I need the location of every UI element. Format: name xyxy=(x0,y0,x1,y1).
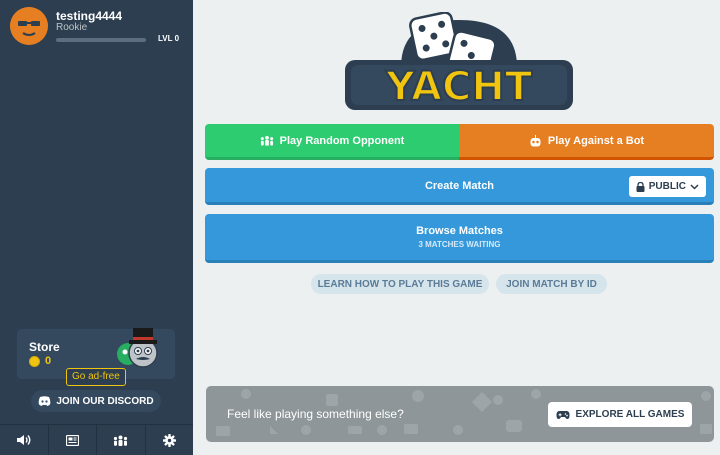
group-icon xyxy=(114,435,128,446)
discord-label: JOIN OUR DISCORD xyxy=(56,395,154,407)
browse-matches-label: Browse Matches xyxy=(416,225,503,237)
join-match-by-id-button[interactable]: JOIN MATCH BY ID xyxy=(496,274,607,294)
visibility-label: PUBLIC xyxy=(648,181,686,192)
play-against-bot-button[interactable]: Play Against a Bot xyxy=(459,124,714,160)
explore-all-games-button[interactable]: EXPLORE ALL GAMES xyxy=(548,402,692,427)
rank-label: Rookie xyxy=(56,22,88,33)
bot-label: Play Against a Bot xyxy=(547,134,645,147)
browse-matches-button[interactable]: Browse Matches 3 MATCHES WAITING xyxy=(205,214,714,263)
learn-how-to-play-button[interactable]: LEARN HOW TO PLAY THIS GAME xyxy=(311,274,489,294)
speaker-icon xyxy=(16,435,31,445)
lock-icon xyxy=(636,181,645,192)
gear-icon xyxy=(162,433,176,447)
avatar[interactable] xyxy=(10,7,48,45)
matches-waiting-count: 3 MATCHES WAITING xyxy=(418,240,501,249)
random-opponent-label: Play Random Opponent xyxy=(279,134,405,147)
play-random-opponent-button[interactable]: Play Random Opponent xyxy=(205,124,459,160)
sidebar: testing4444 Rookie LVL 0 Store 0 Go ad-f… xyxy=(0,0,193,455)
create-match-button[interactable]: Create Match PUBLIC xyxy=(205,168,714,205)
explore-button-label: EXPLORE ALL GAMES xyxy=(575,409,685,420)
visibility-dropdown[interactable]: PUBLIC xyxy=(628,176,706,197)
level-label: LVL 0 xyxy=(158,34,180,43)
settings-button[interactable] xyxy=(146,425,194,455)
xp-progress-bar xyxy=(56,38,146,42)
coin-count: 0 xyxy=(45,355,52,367)
store-mascot-icon xyxy=(117,328,158,368)
robot-icon xyxy=(530,134,541,146)
go-ad-free-button[interactable]: Go ad-free xyxy=(66,368,126,386)
store-title: Store xyxy=(29,340,60,354)
sidebar-bottom-bar xyxy=(0,424,193,455)
news-button[interactable] xyxy=(49,425,97,455)
logo-text: YACHT xyxy=(385,64,533,110)
explore-prompt: Feel like playing something else? xyxy=(227,407,404,421)
discord-icon xyxy=(39,396,51,406)
join-discord-button[interactable]: JOIN OUR DISCORD xyxy=(31,390,161,412)
coin-balance: 0 xyxy=(29,355,51,367)
coin-icon xyxy=(29,355,40,367)
chevron-down-icon xyxy=(690,183,699,190)
explore-games-banner: Feel like playing something else? EXPLOR… xyxy=(206,386,714,442)
profile-card[interactable]: testing4444 Rookie LVL 0 xyxy=(10,7,185,47)
news-icon xyxy=(65,434,79,446)
username: testing4444 xyxy=(56,9,123,23)
friends-button[interactable] xyxy=(97,425,146,455)
group-icon xyxy=(260,135,273,146)
yacht-logo: YACHT xyxy=(345,12,573,111)
sound-toggle-button[interactable] xyxy=(0,425,49,455)
gamepad-icon xyxy=(556,410,570,419)
